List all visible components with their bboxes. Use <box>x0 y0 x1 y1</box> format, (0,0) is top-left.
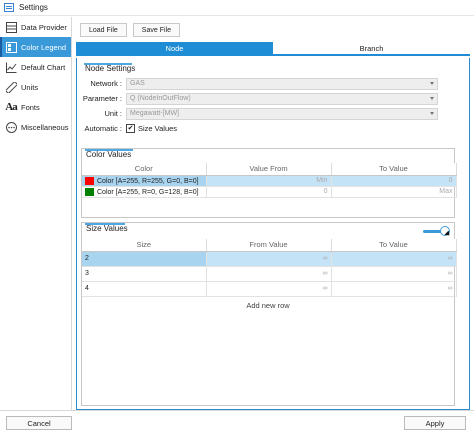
add-new-row-button[interactable]: Add new row <box>82 301 454 310</box>
table-row[interactable]: Color [A=255, R=0, G=128, B=0] 0 Max <box>82 186 457 198</box>
network-value: GAS <box>130 80 145 87</box>
parameter-select[interactable]: Q (NodeInOutFlow) <box>126 92 438 105</box>
footer: Cancel Apply <box>0 410 474 438</box>
title-bar: Settings <box>0 0 474 16</box>
tab-panel: Node Settings Network : GAS Parameter : … <box>76 58 470 410</box>
parameter-label: Parameter : <box>82 94 122 103</box>
size-cell[interactable]: 3 <box>82 266 207 282</box>
tab-node[interactable]: Node <box>76 42 273 56</box>
sidebar-item-label: Units <box>21 82 39 92</box>
to-value-cell[interactable]: ∞ <box>331 266 457 282</box>
chevron-down-icon <box>430 96 434 100</box>
to-value-cell[interactable]: ∞ <box>331 251 457 267</box>
sidebar-item-color-legend[interactable]: Color Legend <box>0 37 71 57</box>
table-header-row: Size From Value To Value <box>82 239 457 252</box>
color-values-title: Color Values <box>86 150 132 159</box>
sidebar-item-label: Data Provider <box>21 22 67 32</box>
network-select[interactable]: GAS <box>126 77 438 90</box>
size-values-title: Size Values <box>86 224 128 233</box>
value-from-cell[interactable]: Min <box>206 175 332 187</box>
to-value-cell[interactable]: ∞ <box>331 281 457 297</box>
network-label: Network : <box>90 79 122 88</box>
ellipsis-icon <box>5 121 17 133</box>
apply-button[interactable]: Apply <box>404 416 466 430</box>
ruler-icon <box>5 81 17 93</box>
table-row[interactable]: 3 ∞ ∞ <box>82 266 457 282</box>
automatic-label: Automatic : <box>84 124 122 133</box>
sidebar-item-miscellaneous[interactable]: Miscellaneous <box>0 117 71 137</box>
column-header-to-value[interactable]: To Value <box>331 163 457 176</box>
sidebar: Data Provider Color Legend Default Chart… <box>0 17 72 410</box>
sidebar-item-units[interactable]: Units <box>0 77 71 97</box>
green-swatch <box>85 187 94 196</box>
table-row[interactable]: 2 ∞ ∞ <box>82 251 457 267</box>
color-cell[interactable]: Color [A=255, R=255, G=0, B=0] <box>82 175 207 187</box>
node-settings-title: Node Settings <box>85 64 136 73</box>
color-legend-icon <box>5 41 17 53</box>
tab-branch[interactable]: Branch <box>273 42 470 56</box>
red-swatch <box>85 176 94 185</box>
table-header-row: Color Value From To Value <box>82 163 457 176</box>
toolbar: Load File Save File <box>80 23 180 37</box>
chevron-down-icon <box>430 81 434 85</box>
parameter-row: Parameter : Q (NodeInOutFlow) <box>81 92 439 105</box>
sidebar-item-label: Miscellaneous <box>21 122 69 132</box>
to-value-cell[interactable]: Max <box>331 186 457 198</box>
column-header-size[interactable]: Size <box>82 239 207 252</box>
main-content: Load File Save File Node Branch Node Set… <box>76 17 470 410</box>
sidebar-item-label: Fonts <box>21 102 40 112</box>
chart-icon <box>5 61 17 73</box>
node-settings-group: Node Settings Network : GAS Parameter : … <box>81 63 439 137</box>
size-values-toggle[interactable] <box>423 226 452 238</box>
from-value-cell[interactable]: ∞ <box>206 251 332 267</box>
parameter-value: Q (NodeInOutFlow) <box>130 95 191 102</box>
color-values-table: Color Value From To Value Color [A=255, … <box>82 163 457 198</box>
sidebar-item-label: Default Chart <box>21 62 66 72</box>
cancel-button[interactable]: Cancel <box>6 416 72 430</box>
fonts-icon: Aa <box>5 101 17 113</box>
settings-window-icon <box>4 3 14 12</box>
color-cell[interactable]: Color [A=255, R=0, G=128, B=0] <box>82 186 207 198</box>
color-values-group: Color Values Color Value From To Value C… <box>81 148 457 218</box>
color-label: Color [A=255, R=255, G=0, B=0] <box>97 177 199 185</box>
unit-label: Unit : <box>104 109 122 118</box>
size-cell[interactable]: 2 <box>82 251 207 267</box>
size-values-table: Size From Value To Value 2 ∞ ∞ 3 ∞ ∞ 4 ∞… <box>82 239 457 297</box>
size-values-checkbox[interactable]: ✔ <box>126 124 135 133</box>
color-label: Color [A=255, R=0, G=128, B=0] <box>97 188 199 196</box>
automatic-row: Automatic : ✔ Size Values <box>81 122 439 135</box>
network-row: Network : GAS <box>81 77 439 90</box>
data-provider-icon <box>5 21 17 33</box>
load-file-button[interactable]: Load File <box>80 23 127 37</box>
size-values-checkbox-label: Size Values <box>138 124 178 133</box>
size-cell[interactable]: 4 <box>82 281 207 297</box>
size-values-group: Size Values Size From Value To Value 2 ∞… <box>81 222 457 406</box>
column-header-from-value[interactable]: From Value <box>206 239 332 252</box>
column-header-color[interactable]: Color <box>82 163 207 176</box>
unit-row: Unit : Megawatt-[MW] <box>81 107 439 120</box>
sidebar-item-data-provider[interactable]: Data Provider <box>0 17 71 37</box>
sidebar-item-label: Color Legend <box>21 42 67 52</box>
table-row[interactable]: Color [A=255, R=255, G=0, B=0] Min 0 <box>82 175 457 187</box>
unit-value: Megawatt-[MW] <box>130 110 180 117</box>
tab-bar: Node Branch <box>76 42 470 56</box>
sidebar-item-fonts[interactable]: Aa Fonts <box>0 97 71 117</box>
value-from-cell[interactable]: 0 <box>206 186 332 198</box>
to-value-cell[interactable]: 0 <box>331 175 457 187</box>
column-header-value-from[interactable]: Value From <box>206 163 332 176</box>
save-file-button[interactable]: Save File <box>132 23 180 37</box>
sidebar-item-default-chart[interactable]: Default Chart <box>0 57 71 77</box>
from-value-cell[interactable]: ∞ <box>206 266 332 282</box>
unit-select[interactable]: Megawatt-[MW] <box>126 107 438 120</box>
from-value-cell[interactable]: ∞ <box>206 281 332 297</box>
column-header-to-value[interactable]: To Value <box>331 239 457 252</box>
table-row[interactable]: 4 ∞ ∞ <box>82 281 457 297</box>
size-values-checkbox-wrap[interactable]: ✔ Size Values <box>126 124 177 133</box>
window-title: Settings <box>19 3 48 12</box>
chevron-down-icon <box>430 111 434 115</box>
